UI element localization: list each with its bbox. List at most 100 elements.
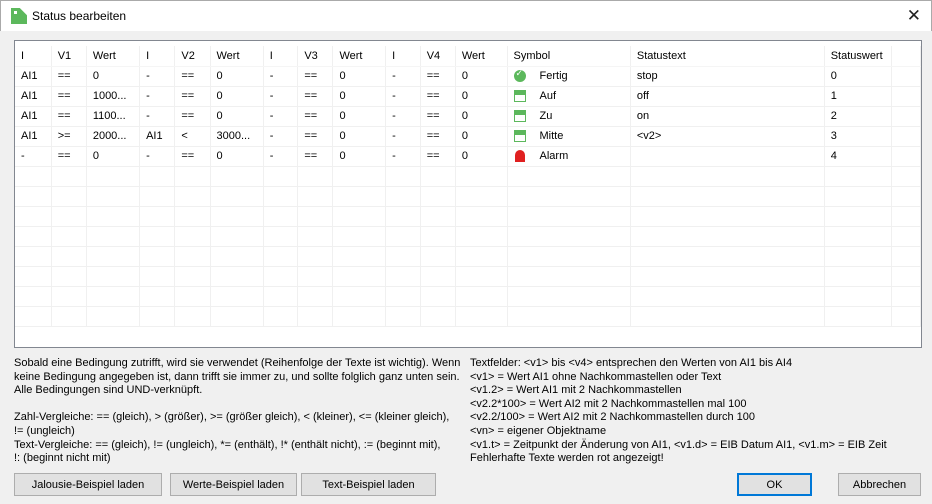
table-cell[interactable]: -	[385, 106, 421, 127]
empty-cell[interactable]	[174, 226, 211, 247]
column-header[interactable]: Wert	[332, 46, 387, 67]
table-cell[interactable]: -	[263, 126, 299, 147]
empty-cell[interactable]	[507, 166, 631, 187]
statustext-cell[interactable]: off	[630, 86, 825, 107]
empty-cell[interactable]	[630, 186, 825, 207]
empty-cell[interactable]	[507, 306, 631, 327]
empty-cell[interactable]	[51, 186, 87, 207]
table-row[interactable]: AI1 >= 2000... AI1 <3000... - == 0- == 0 Mitte <v2>…	[15, 126, 921, 147]
empty-cell[interactable]	[139, 246, 176, 267]
statuswert-cell[interactable]: 0	[824, 66, 893, 87]
table-cell[interactable]: ==	[174, 66, 211, 87]
empty-cell[interactable]	[15, 266, 52, 287]
empty-cell[interactable]	[891, 206, 921, 227]
table-row[interactable]	[15, 306, 921, 327]
table-cell[interactable]: ==	[297, 106, 334, 127]
table-cell[interactable]: ==	[51, 66, 87, 87]
empty-cell[interactable]	[139, 286, 176, 307]
table-cell[interactable]: -	[15, 146, 52, 167]
empty-cell[interactable]	[263, 246, 299, 267]
table-cell[interactable]: -	[263, 146, 299, 167]
empty-cell[interactable]	[174, 166, 211, 187]
table-cell[interactable]: ==	[297, 146, 334, 167]
table-cell[interactable]: 0	[210, 86, 264, 107]
empty-cell[interactable]	[455, 246, 508, 267]
empty-cell[interactable]	[332, 226, 387, 247]
empty-cell[interactable]	[297, 246, 334, 267]
empty-cell[interactable]	[332, 286, 387, 307]
empty-cell[interactable]	[174, 206, 211, 227]
empty-cell[interactable]	[420, 246, 456, 267]
table-row[interactable]: AI1==0-==0-==0-==0Fertigstop0	[15, 66, 921, 87]
table-cell[interactable]: 0	[86, 66, 141, 87]
empty-cell[interactable]	[332, 166, 387, 187]
table-cell[interactable]: 0	[210, 66, 264, 87]
symbol-cell[interactable]: Alarm	[507, 146, 631, 167]
empty-cell[interactable]	[51, 206, 87, 227]
empty-cell[interactable]	[86, 226, 141, 247]
empty-cell[interactable]	[139, 306, 176, 327]
statuswert-cell[interactable]: 4	[824, 146, 893, 167]
table-row[interactable]: AI1 == 1000... - == 0- == 0- == 0 Auf off 1	[15, 86, 921, 107]
column-header[interactable]: I	[385, 46, 421, 67]
empty-cell[interactable]	[51, 306, 87, 327]
empty-cell[interactable]	[455, 166, 508, 187]
table-cell[interactable]: 0	[455, 126, 508, 147]
statuswert-cell[interactable]: 3	[824, 126, 893, 147]
empty-cell[interactable]	[139, 166, 176, 187]
empty-cell[interactable]	[891, 286, 921, 307]
empty-cell[interactable]	[385, 246, 421, 267]
empty-cell[interactable]	[332, 306, 387, 327]
column-header[interactable]: V4	[420, 46, 456, 67]
column-header[interactable]: V2	[174, 46, 211, 67]
table-row[interactable]	[15, 206, 921, 227]
empty-cell[interactable]	[630, 306, 825, 327]
empty-cell[interactable]	[824, 226, 893, 247]
empty-cell[interactable]	[824, 266, 893, 287]
empty-cell[interactable]	[420, 206, 456, 227]
empty-cell[interactable]	[891, 306, 921, 327]
empty-cell[interactable]	[891, 66, 921, 87]
table-cell[interactable]: -	[263, 86, 299, 107]
empty-cell[interactable]	[86, 166, 141, 187]
statuswert-cell[interactable]: 1	[824, 86, 893, 107]
load-values-example-button[interactable]: Werte-Beispiel laden	[170, 473, 297, 496]
statustext-cell[interactable]: <v2>	[630, 126, 825, 147]
table-cell[interactable]: 0	[332, 86, 387, 107]
empty-cell[interactable]	[455, 186, 508, 207]
empty-cell[interactable]	[891, 166, 921, 187]
column-header[interactable]: I	[263, 46, 299, 67]
empty-cell[interactable]	[174, 266, 211, 287]
table-cell[interactable]: 0	[332, 146, 387, 167]
empty-cell[interactable]	[630, 166, 825, 187]
empty-cell[interactable]	[263, 186, 299, 207]
empty-cell[interactable]	[51, 286, 87, 307]
table-cell[interactable]: AI1	[15, 106, 52, 127]
empty-cell[interactable]	[420, 166, 456, 187]
empty-cell[interactable]	[297, 186, 334, 207]
table-cell[interactable]: -	[139, 86, 176, 107]
empty-cell[interactable]	[297, 266, 334, 287]
empty-cell[interactable]	[174, 186, 211, 207]
empty-cell[interactable]	[297, 226, 334, 247]
table-row[interactable]: AI1 == 1100... - == 0- == 0- == 0 Zu on 2	[15, 106, 921, 127]
table-cell[interactable]: 3000...	[210, 126, 264, 147]
empty-cell[interactable]	[263, 206, 299, 227]
empty-cell[interactable]	[210, 306, 264, 327]
empty-cell[interactable]	[174, 306, 211, 327]
empty-cell[interactable]	[455, 286, 508, 307]
empty-cell[interactable]	[891, 226, 921, 247]
table-cell[interactable]: ==	[297, 66, 334, 87]
empty-cell[interactable]	[630, 226, 825, 247]
column-header[interactable]: Wert	[210, 46, 264, 67]
table-row[interactable]	[15, 266, 921, 287]
table-cell[interactable]: -	[385, 126, 421, 147]
table-row[interactable]	[15, 186, 921, 207]
empty-cell[interactable]	[15, 246, 52, 267]
empty-cell[interactable]	[507, 246, 631, 267]
table-cell[interactable]: ==	[174, 146, 211, 167]
statuswert-cell[interactable]: 2	[824, 106, 893, 127]
empty-cell[interactable]	[891, 126, 921, 147]
empty-cell[interactable]	[15, 206, 52, 227]
empty-cell[interactable]	[824, 286, 893, 307]
